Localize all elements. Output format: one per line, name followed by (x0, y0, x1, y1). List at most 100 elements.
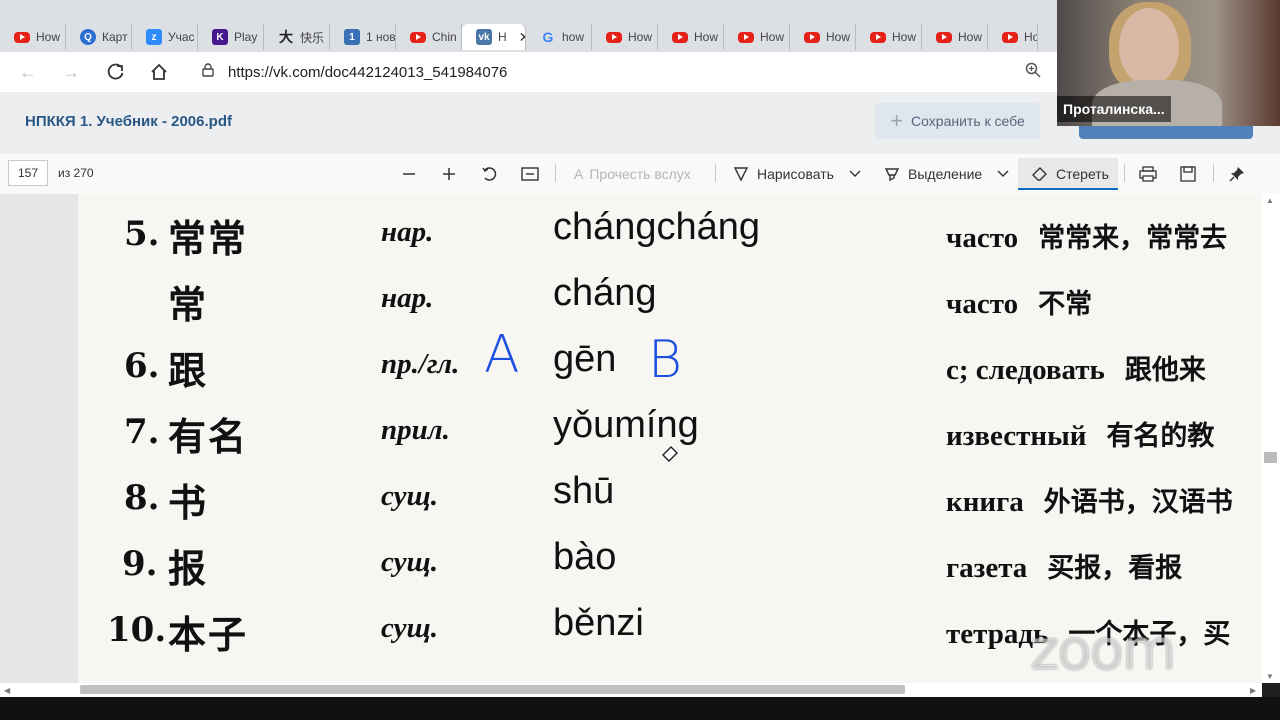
tab-label: 1 нов (366, 30, 396, 44)
pin-icon[interactable] (1229, 162, 1245, 186)
save-icon[interactable] (1180, 162, 1196, 186)
tab-label: Chin (432, 30, 457, 44)
browser-tab[interactable]: vk Н ✕ (462, 24, 526, 50)
tab-label: Учас (168, 30, 195, 44)
tab-label: How (694, 30, 719, 44)
pinyin: yǒumíng (553, 404, 699, 446)
browser-tab[interactable]: 1 1 нов (330, 24, 396, 50)
hanzi: 常常 (168, 217, 249, 261)
youtube-icon (14, 31, 30, 43)
browser-tab[interactable]: How (988, 24, 1038, 50)
url-text: https://vk.com/doc442124013_541984076 (228, 63, 508, 81)
youtube-icon (870, 31, 886, 43)
browser-tab[interactable]: Q Карт (66, 24, 132, 50)
home-icon[interactable] (147, 60, 171, 84)
pinyin: chángcháng (553, 206, 761, 248)
browser-tab[interactable]: z Учас (132, 24, 198, 50)
back-arrow-icon[interactable]: ← (16, 60, 40, 84)
handwritten-annotation-b: B (648, 330, 683, 390)
erase-button[interactable]: Стереть (1032, 162, 1109, 186)
zoom-magnifier-icon[interactable] (1025, 62, 1041, 82)
participant-face (1119, 8, 1179, 86)
browser-tab[interactable]: How (658, 24, 724, 50)
zoom-out-icon[interactable] (401, 162, 417, 186)
draw-button[interactable]: Нарисовать (733, 162, 834, 186)
read-aloud-label: Прочесть вслух (589, 166, 691, 182)
kahoot-icon: K (212, 29, 228, 45)
toolbar-separator (715, 164, 716, 182)
pdf-viewer[interactable]: 5. 常常 нар. chángcháng часто 常常来，常常去常 нар. cháng… (0, 194, 1262, 683)
highlight-button[interactable]: Выделение (884, 162, 982, 186)
row-number: 5. (124, 214, 160, 254)
part-of-speech: нар. (381, 282, 434, 314)
one-icon: 1 (344, 29, 360, 45)
scroll-right-arrow-icon[interactable]: ▶ (1250, 686, 1256, 695)
read-aloud-button[interactable]: A Прочесть вслух (574, 162, 691, 186)
hanzi: 本子 (168, 613, 249, 657)
browser-tab[interactable]: How (592, 24, 658, 50)
pdf-toolbar: 157 из 270 A Прочесть вслух Нарисовать В… (0, 154, 1280, 195)
horizontal-scrollbar-thumb[interactable] (80, 685, 905, 694)
url-field[interactable]: https://vk.com/doc442124013_541984076 (188, 58, 1053, 86)
row-number: 10. (107, 610, 167, 650)
example-phrase: 有名的教 (1106, 421, 1215, 452)
hanzi: 常 (168, 283, 209, 327)
browser-tab[interactable]: Chin (396, 24, 462, 50)
vertical-scrollbar[interactable] (1262, 194, 1280, 683)
print-icon[interactable] (1139, 162, 1157, 186)
browser-tab[interactable]: How (0, 24, 66, 50)
part-of-speech: сущ. (381, 480, 438, 512)
example-phrase: 买报，看报 (1047, 553, 1183, 584)
part-of-speech: сущ. (381, 612, 438, 644)
forward-arrow-icon[interactable]: → (59, 60, 83, 84)
pdf-page: 5. 常常 нар. chángcháng часто 常常来，常常去常 нар. cháng… (78, 194, 1262, 683)
youtube-icon (672, 31, 688, 43)
scroll-up-arrow-icon[interactable]: ▲ (1266, 196, 1274, 205)
tab-label: Н (498, 30, 507, 44)
youtube-icon (606, 31, 622, 43)
draw-options-chevron-icon[interactable] (848, 162, 862, 186)
tab-label: how (562, 30, 585, 44)
chinese-char-icon: 大 (279, 29, 293, 45)
zoom-in-icon[interactable] (441, 162, 457, 186)
google-icon: G (542, 29, 554, 45)
eraser-cursor-icon (660, 444, 680, 464)
fit-page-icon[interactable] (521, 162, 539, 186)
scroll-left-arrow-icon[interactable]: ◀ (4, 686, 10, 695)
reload-icon[interactable] (104, 60, 128, 84)
pen-icon (733, 167, 749, 182)
vk-icon: vk (476, 29, 492, 45)
browser-tab[interactable]: Ghow (526, 24, 592, 50)
plus-icon: + (890, 108, 904, 133)
page-count: из 270 (58, 166, 94, 180)
part-of-speech: сущ. (381, 546, 438, 578)
rotate-icon[interactable] (481, 162, 499, 186)
part-of-speech: пр./гл. (381, 348, 460, 380)
erase-label: Стереть (1056, 166, 1109, 182)
browser-tab[interactable]: How (790, 24, 856, 50)
page-number-input[interactable]: 157 (8, 160, 48, 186)
vertical-scrollbar-thumb[interactable] (1264, 452, 1277, 463)
row-number: 8. (124, 478, 160, 518)
browser-tab[interactable]: How (922, 24, 988, 50)
save-to-self-button[interactable]: + Сохранить к себе (875, 103, 1040, 139)
close-tab-icon[interactable]: ✕ (519, 29, 525, 46)
toolbar-separator (555, 164, 556, 182)
browser-tab[interactable]: How (856, 24, 922, 50)
browser-tab[interactable]: How (724, 24, 790, 50)
tab-label: How (36, 30, 61, 44)
browser-tab[interactable]: K Play (198, 24, 264, 50)
pinyin: bào (553, 536, 617, 578)
hanzi: 有名 (168, 415, 249, 459)
toolbar-separator (1213, 164, 1214, 182)
scroll-down-arrow-icon[interactable]: ▼ (1266, 672, 1274, 681)
highlight-options-chevron-icon[interactable] (996, 162, 1010, 186)
eraser-icon (1032, 167, 1047, 181)
tab-label: 快乐 (300, 30, 325, 45)
youtube-icon (936, 31, 952, 43)
browser-tab[interactable]: 大快乐 (264, 24, 330, 50)
youtube-icon (738, 31, 754, 43)
participant-video-tile[interactable]: Проталинска... (1057, 0, 1280, 126)
meaning: газета 买报，看报 (946, 552, 1183, 584)
example-phrase: 跟他来 (1124, 355, 1206, 386)
